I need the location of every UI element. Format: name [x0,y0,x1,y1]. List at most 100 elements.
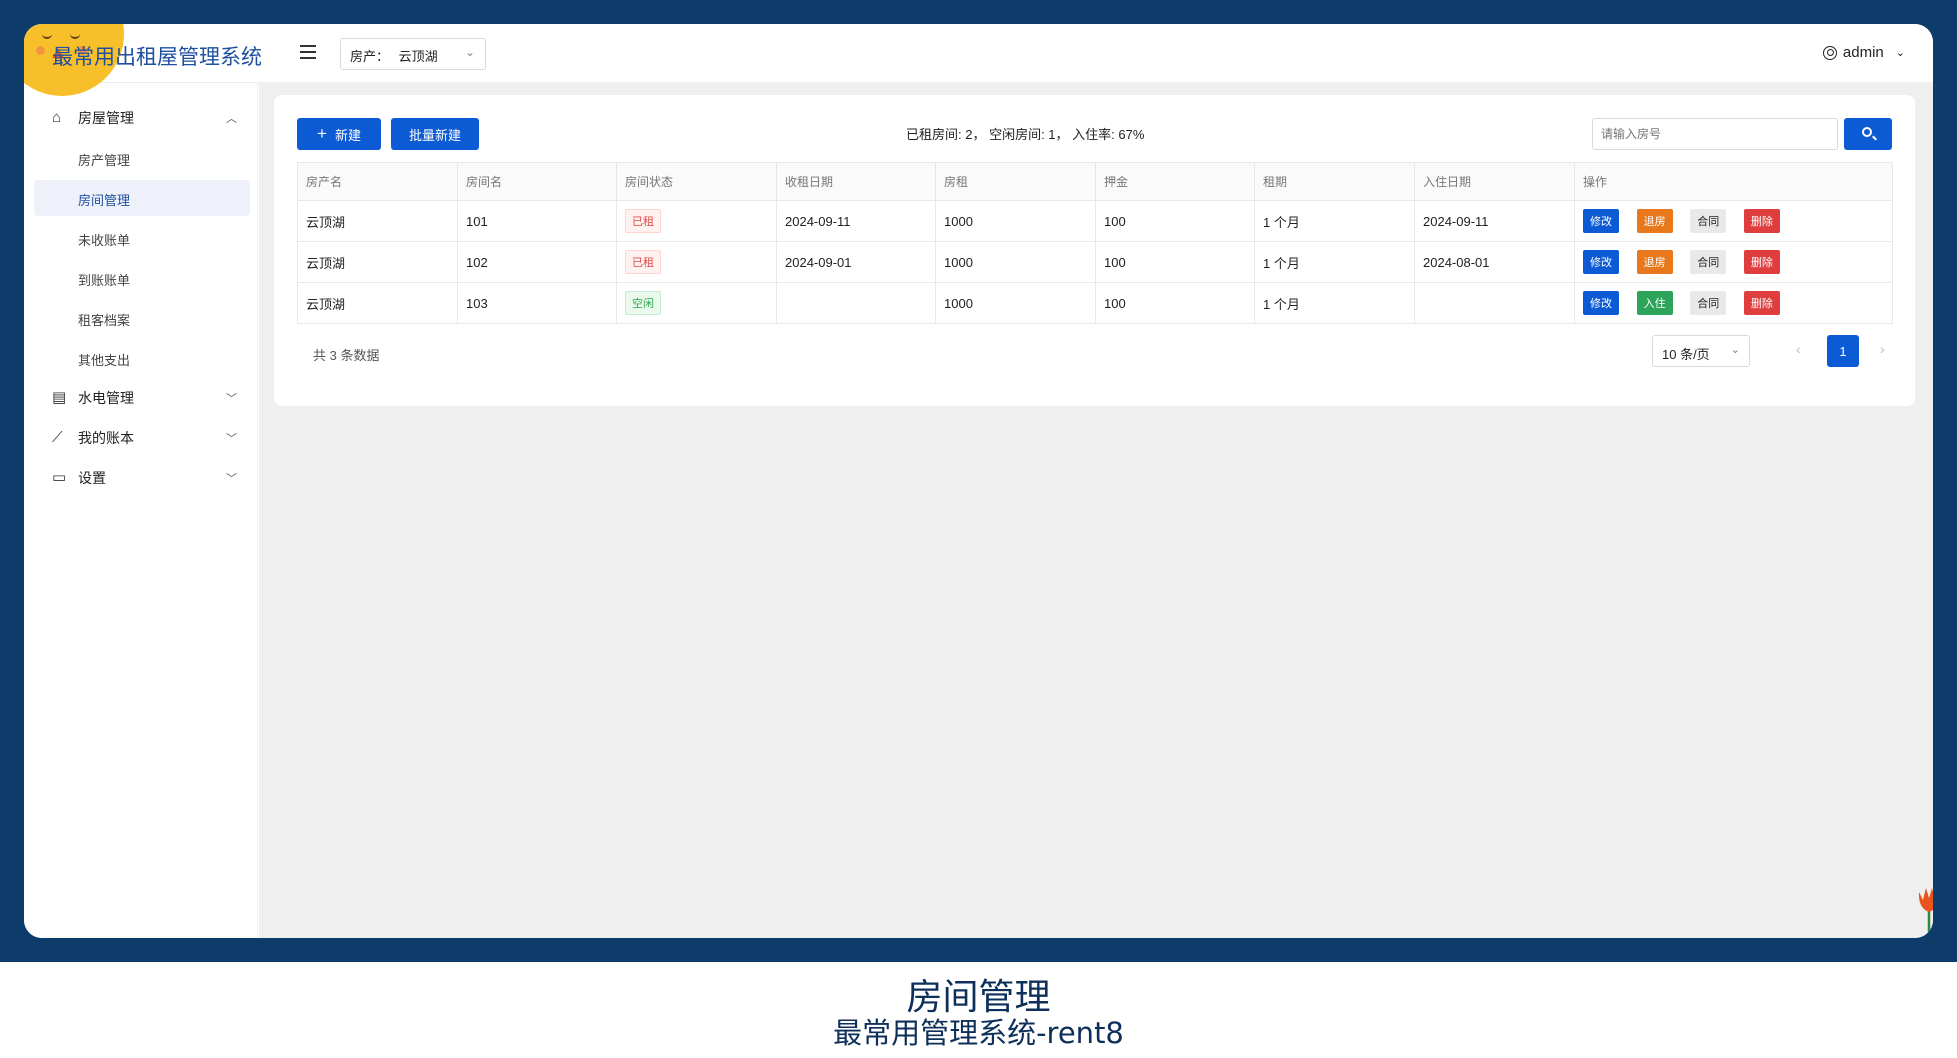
cell-checkin [1414,282,1575,324]
sidebar-item-label: 租客档案 [78,313,131,328]
edit-button[interactable]: 修改 [1583,250,1619,274]
cell-rent: 1000 [935,241,1096,283]
checkin-button[interactable]: 入住 [1636,291,1673,315]
column-header: 房间名 [457,162,617,201]
cell-checkin: 2024-09-11 [1414,200,1575,242]
sidebar-item-paid[interactable]: 到账账单 [34,260,250,296]
column-header: 租期 [1254,162,1415,201]
chevron-up-icon: ︿ [226,113,237,125]
sidebar-item-tenants[interactable]: 租客档案 [34,300,250,336]
sidebar-group-label: 房屋管理 [78,110,134,126]
property-select-value: 云顶湖 [398,49,438,64]
chevron-down-icon: ﹀ [226,433,237,445]
room-search-input[interactable] [1592,118,1838,150]
home-icon: ⌂ [52,109,62,126]
chevron-down-icon: ⌄ [464,45,475,59]
search-icon [1862,127,1872,137]
rooms-table: 房产名 房间名 房间状态 收租日期 房租 押金 租期 入住日期 操作 云顶湖 1 [297,162,1893,324]
total-count: 共 3 条数据 [313,348,380,363]
cell-actions: 修改 入住 合同 删除 [1574,282,1893,324]
search-button[interactable] [1844,118,1892,150]
contract-button[interactable]: 合同 [1690,209,1727,233]
page-size-value: 10 条/页 [1662,347,1710,362]
cell-rent-date: 2024-09-11 [776,200,936,242]
cell-term: 1 个月 [1254,200,1415,242]
edit-button[interactable]: 修改 [1583,291,1619,315]
sidebar-item-rooms[interactable]: 房间管理 [34,180,250,216]
property-select-label: 房产： [350,49,390,64]
chart-icon: ⟋ [52,429,63,446]
status-badge: 空闲 [625,291,661,315]
sidebar-item-label: 房产管理 [78,153,131,168]
column-header: 入住日期 [1414,162,1575,201]
cell-property: 云顶湖 [297,241,458,283]
delete-button[interactable]: 删除 [1743,250,1780,274]
sidebar-group-label: 我的账本 [78,430,134,446]
chevron-down-icon: ﹀ [226,393,237,405]
sidebar-group-ledger[interactable]: ⟋ 我的账本 ﹀ [24,420,258,456]
table-row: 云顶湖 103 空闲 1000 100 1 个月 修改 入住 合同 删除 [297,282,1893,324]
column-header: 房间状态 [616,162,777,201]
checkout-button[interactable]: 退房 [1636,250,1673,274]
delete-button[interactable]: 删除 [1743,209,1780,233]
sidebar-group-settings[interactable]: ▭ 设置 ﹀ [24,460,258,496]
new-room-button[interactable]: + 新建 [297,118,381,150]
app-title: 最常用出租屋管理系统 [52,45,262,69]
prev-page-icon[interactable]: ‹ [1796,341,1801,357]
caption-subtitle: 最常用管理系统-rent8 [833,1016,1124,1050]
next-page-icon[interactable]: › [1880,341,1885,357]
cell-deposit: 100 [1095,241,1255,283]
tulip-icon [1918,888,1933,938]
sidebar-item-label: 其他支出 [78,353,131,368]
sidebar-group-house[interactable]: ⌂ 房屋管理 ︿ [24,100,258,136]
delete-button[interactable]: 删除 [1743,291,1780,315]
property-select[interactable]: 房产： 云顶湖 ⌄ [340,38,486,70]
user-menu[interactable]: admin ⌄ [1822,44,1905,61]
rooms-card: + 新建 批量新建 已租房间: 2， 空闲房间: 1， 入住率: 67% 房产名… [274,95,1915,406]
top-header: 最常用出租屋管理系统 房产： 云顶湖 ⌄ admin ⌄ [24,24,1933,83]
cell-status: 空闲 [616,282,777,324]
cell-room: 101 [457,200,617,242]
sidebar-item-label: 到账账单 [78,273,131,288]
sidebar-item-property[interactable]: 房产管理 [34,140,250,176]
sidebar-group-utilities[interactable]: ▤ 水电管理 ﹀ [24,380,258,416]
edit-button[interactable]: 修改 [1583,209,1619,233]
sidebar-item-unpaid[interactable]: 未收账单 [34,220,250,256]
sidebar-item-expenses[interactable]: 其他支出 [34,340,250,376]
user-name: admin [1842,44,1884,61]
column-header: 收租日期 [776,162,936,201]
cell-actions: 修改 退房 合同 删除 [1574,241,1893,283]
sidebar-item-label: 房间管理 [78,193,131,208]
current-page-button[interactable]: 1 [1827,335,1859,367]
cell-deposit: 100 [1095,282,1255,324]
column-header: 房产名 [297,162,458,201]
sidebar: ⌂ 房屋管理 ︿ 房产管理 房间管理 未收账单 到账账单 租客档案 其他支出 ▤… [24,83,258,938]
cell-property: 云顶湖 [297,200,458,242]
status-badge: 已租 [625,250,661,274]
checkout-button[interactable]: 退房 [1636,209,1673,233]
cell-status: 已租 [616,200,777,242]
cell-property: 云顶湖 [297,282,458,324]
contract-button[interactable]: 合同 [1690,250,1727,274]
settings-monitor-icon: ▭ [52,469,67,486]
sidebar-item-label: 未收账单 [78,233,131,248]
contract-button[interactable]: 合同 [1690,291,1727,315]
cell-status: 已租 [616,241,777,283]
app-window: 最常用出租屋管理系统 房产： 云顶湖 ⌄ admin ⌄ ⌂ 房屋管理 ︿ 房产… [24,24,1933,938]
cell-rent-date [776,282,936,324]
cell-rent-date: 2024-09-01 [776,241,936,283]
sidebar-group-label: 水电管理 [78,390,134,406]
table-row: 云顶湖 102 已租 2024-09-01 1000 100 1 个月 2024… [297,241,1893,283]
status-badge: 已租 [625,209,661,233]
page-size-select[interactable]: 10 条/页 ⌄ [1652,335,1750,367]
cell-rent: 1000 [935,282,1096,324]
menu-toggle-icon[interactable] [300,45,316,59]
chevron-down-icon: ⌄ [1895,47,1905,59]
cell-deposit: 100 [1095,200,1255,242]
cell-checkin: 2024-08-01 [1414,241,1575,283]
column-header: 押金 [1095,162,1255,201]
table-header-row: 房产名 房间名 房间状态 收租日期 房租 押金 租期 入住日期 操作 [297,162,1893,201]
user-icon [1822,45,1837,60]
main-content: + 新建 批量新建 已租房间: 2， 空闲房间: 1， 入住率: 67% 房产名… [259,83,1933,938]
batch-new-button[interactable]: 批量新建 [391,118,479,150]
